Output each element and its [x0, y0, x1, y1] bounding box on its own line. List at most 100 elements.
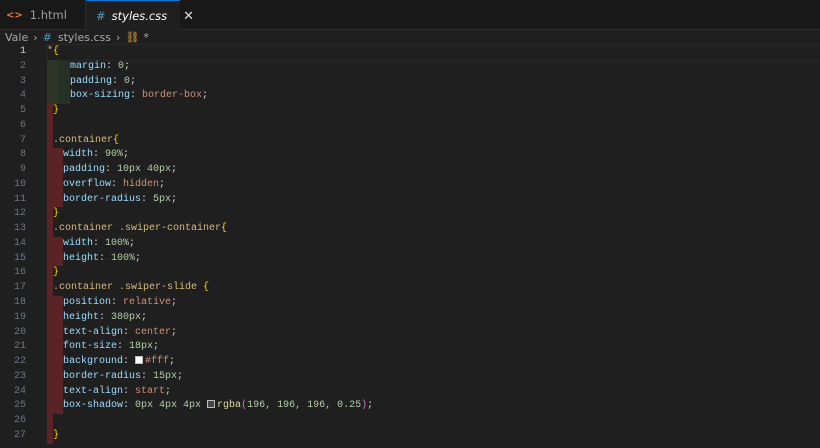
code-token: ; [165, 385, 172, 397]
code-token: overflow [63, 178, 112, 190]
code-token: text-align [63, 326, 124, 338]
code-token: 5px [153, 193, 172, 205]
line-number: 23 [13, 370, 26, 382]
code-line[interactable]: 12} [0, 207, 820, 223]
code-text: padding: 10px 40px; [63, 163, 177, 178]
code-line[interactable]: 7 .container{ [0, 133, 820, 149]
indent-guide-highlight [58, 89, 70, 105]
line-number: 21 [13, 341, 26, 353]
code-line[interactable]: 3 padding: 0; [0, 74, 820, 90]
indent-guide-highlight [47, 384, 63, 400]
line-number: 9 [19, 164, 26, 176]
line-content: padding: 10px 40px; [47, 163, 820, 178]
code-line[interactable]: 8 width: 90%; [0, 148, 820, 164]
code-token: : [123, 385, 136, 397]
chevron-right-icon: › [116, 31, 121, 44]
code-token: start [135, 385, 166, 397]
code-token: text-align [63, 385, 124, 397]
indent-guide-highlight [47, 251, 63, 267]
code-token: 10px 40px [117, 164, 172, 176]
code-token: 18px [129, 341, 154, 353]
line-number: 4 [19, 90, 26, 102]
code-token: 380px [111, 311, 142, 323]
code-line[interactable]: 10 overflow: hidden; [0, 177, 820, 193]
breadcrumb-file[interactable]: styles.css [58, 31, 111, 44]
code-line[interactable]: 25 box-shadow: 0px 4px 4px rgba(196, 196,… [0, 399, 820, 415]
code-token: : [117, 341, 130, 353]
line-number: 1 [19, 46, 26, 57]
code-token: : [105, 164, 118, 176]
code-line[interactable]: 24 text-align: start; [0, 384, 820, 400]
code-token: ; [130, 75, 137, 87]
line-number: 27 [13, 429, 26, 441]
indent-guide-highlight [47, 74, 58, 90]
line-content: text-align: start; [47, 384, 820, 400]
code-token: width [63, 237, 94, 249]
breadcrumb: Vale › # styles.css › ⛓ * [0, 30, 820, 45]
line-number: 10 [13, 178, 26, 190]
code-token: .container .swiper-slide [53, 282, 204, 294]
tab-styles-css[interactable]: # styles.css ✕ [86, 0, 194, 31]
line-number: 19 [13, 311, 26, 323]
code-line[interactable]: 22 background: #fff; [0, 355, 820, 370]
code-token: ; [177, 370, 184, 382]
code-line[interactable]: 9 padding: 10px 40px; [0, 163, 820, 178]
code-token: 15px [153, 370, 178, 382]
code-line[interactable]: 14 width: 100%; [0, 236, 820, 252]
indent-guide-highlight [47, 163, 63, 178]
line-content: .container .swiper-slide { [47, 281, 820, 297]
code-token: 90% [105, 149, 124, 161]
code-token: { [53, 46, 60, 57]
code-text: } [53, 266, 59, 281]
code-line[interactable]: 18 position: relative; [0, 296, 820, 311]
code-token: ; [123, 149, 130, 161]
code-line[interactable]: 15 height: 100%; [0, 251, 820, 267]
css-hash-icon: # [96, 9, 106, 23]
code-line[interactable]: 27} [0, 428, 820, 444]
code-line[interactable]: 13 .container .swiper-container{ [0, 222, 820, 237]
code-token: width [63, 149, 94, 161]
breadcrumb-folder[interactable]: Vale [5, 31, 28, 44]
line-content [47, 414, 820, 429]
close-icon[interactable]: ✕ [183, 9, 194, 24]
code-line[interactable]: 4 box-sizing: border-box; [0, 89, 820, 105]
code-line[interactable]: 17 .container .swiper-slide { [0, 281, 820, 297]
code-line[interactable]: 1 *{ [0, 44, 820, 61]
code-line[interactable]: 5} [0, 104, 820, 119]
code-text: margin: 0; [70, 60, 130, 75]
code-line[interactable]: 6 [0, 118, 820, 134]
code-token: : [141, 193, 154, 205]
tab-1-html[interactable]: <> 1.html [0, 0, 86, 30]
code-line[interactable]: 23 border-radius: 15px; [0, 369, 820, 385]
indent-guide-highlight [47, 369, 63, 385]
code-token: height [63, 252, 100, 264]
code-line[interactable]: 26 [0, 414, 820, 429]
indent-guide-highlight [47, 296, 63, 311]
indent-guide-highlight [47, 355, 63, 370]
line-number: 6 [19, 119, 26, 131]
code-line[interactable]: 19 height: 380px; [0, 310, 820, 326]
code-line[interactable]: 2 margin: 0; [0, 59, 820, 75]
symbol-structure-icon: ⛓ [125, 31, 140, 44]
code-text: padding: 0; [70, 75, 136, 90]
line-content: border-radius: 5px; [47, 192, 820, 208]
code-token: ; [124, 60, 131, 72]
code-token: ; [367, 400, 374, 412]
code-token: border-radius [63, 370, 142, 382]
line-content: font-size: 18px; [47, 340, 820, 356]
code-line[interactable]: 16} [0, 266, 820, 282]
code-token: : [99, 311, 112, 323]
color-swatch[interactable] [207, 400, 216, 409]
code-editor[interactable]: 1 *{ 2 margin: 0; 3 padding: 0; 4 box-sizing: b… [0, 44, 820, 448]
line-number: 2 [19, 60, 26, 72]
code-token: ; [171, 164, 178, 176]
color-swatch[interactable] [135, 356, 144, 365]
line-content: *{ [46, 44, 820, 61]
code-token: : [111, 178, 124, 190]
chevron-right-icon: › [33, 31, 38, 44]
breadcrumb-symbol[interactable]: * [143, 31, 149, 44]
code-text: box-shadow: 0px 4px 4px rgba(196, 196, 1… [63, 399, 373, 414]
code-line[interactable]: 11 border-radius: 5px; [0, 192, 820, 208]
code-line[interactable]: 21 font-size: 18px; [0, 340, 820, 356]
code-line[interactable]: 20 text-align: center; [0, 325, 820, 341]
